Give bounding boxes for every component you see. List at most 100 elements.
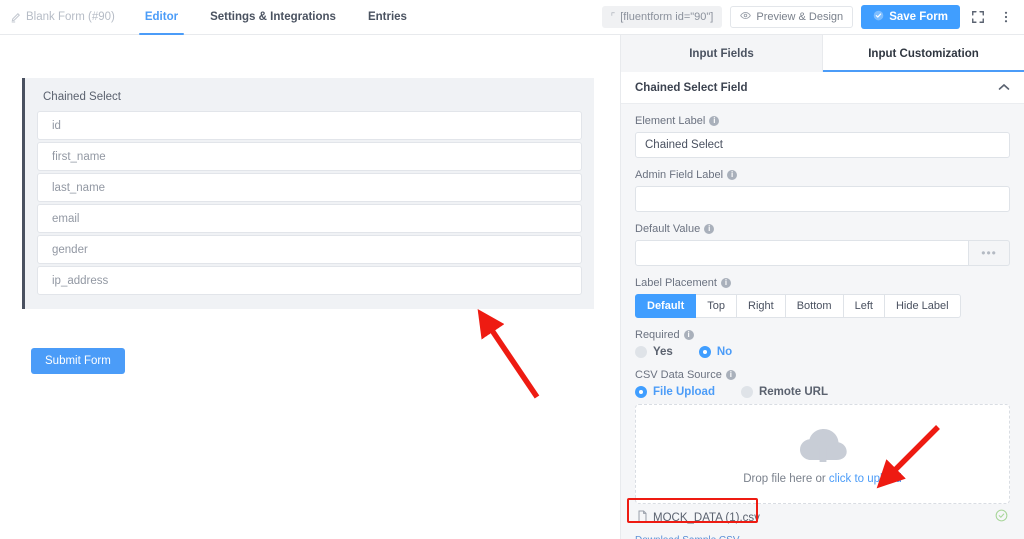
uploaded-file-name: MOCK_DATA (1).csv (653, 512, 760, 524)
admin-field-label-text: Admin Field Label (635, 169, 723, 181)
info-icon[interactable]: i (721, 278, 731, 288)
radio-icon-selected (699, 346, 711, 358)
csv-source-option-file-upload[interactable]: File Upload (635, 386, 715, 398)
chained-select-dropdown-5[interactable]: ip_address (37, 266, 582, 295)
required-option-yes[interactable]: Yes (635, 346, 673, 358)
nav-tab-settings-integrations[interactable]: Settings & Integrations (194, 0, 352, 34)
info-icon[interactable]: i (726, 370, 736, 380)
shortcode-field[interactable]: ⌜ [fluentform id="90"] (602, 6, 723, 28)
dropzone-text: Drop file here or (743, 473, 825, 485)
label-placement-option-default-label: Default (647, 300, 684, 312)
element-label-caption: Element Label i (635, 115, 1010, 127)
default-value-text: Default Value (635, 223, 700, 235)
label-placement-option-right[interactable]: Right (737, 294, 786, 318)
info-icon[interactable]: i (709, 116, 719, 126)
label-placement-caption: Label Placement i (635, 277, 1010, 289)
download-sample-csv-link[interactable]: Download Sample CSV (635, 535, 740, 539)
csv-source-option-file-upload-label: File Upload (653, 386, 715, 398)
default-value-smartcode-button[interactable]: ••• (969, 240, 1010, 266)
preview-design-button[interactable]: Preview & Design (730, 6, 853, 28)
chained-select-dropdown-2[interactable]: last_name (37, 173, 582, 202)
chained-select-dropdown-3[interactable]: email (37, 204, 582, 233)
admin-field-label-input[interactable] (635, 186, 1010, 212)
chained-select-dropdown-4[interactable]: gender (37, 235, 582, 264)
save-form-label: Save Form (889, 11, 948, 23)
label-placement-option-bottom[interactable]: Bottom (786, 294, 844, 318)
element-label-text: Element Label (635, 115, 705, 127)
label-placement-option-hide-label[interactable]: Hide Label (885, 294, 961, 318)
csv-data-source-options: File Upload Remote URL (635, 386, 1010, 398)
tab-input-fields-label: Input Fields (689, 48, 754, 60)
top-toolbar: Blank Form (#90) Editor Settings & Integ… (0, 0, 1024, 35)
chained-select-field-block[interactable]: Chained Select id first_name last_name e… (22, 78, 594, 309)
nav-tab-entries[interactable]: Entries (352, 0, 423, 34)
form-editor-canvas: Chained Select id first_name last_name e… (0, 35, 620, 539)
tab-input-customization-label: Input Customization (868, 48, 979, 60)
eye-icon (740, 10, 751, 24)
dropzone-text-row: Drop file here or click to upload (743, 473, 902, 485)
nav-tab-editor[interactable]: Editor (129, 0, 194, 34)
ellipsis-icon: ••• (981, 246, 997, 260)
label-placement-text: Label Placement (635, 277, 717, 289)
default-value-input-group: ••• (635, 240, 1010, 266)
file-dropzone[interactable]: Drop file here or click to upload (635, 404, 1010, 504)
fullscreen-icon[interactable] (968, 6, 988, 28)
chained-select-field-label: Chained Select (43, 91, 582, 103)
shortcode-icon: ⌜ (611, 12, 616, 23)
chained-select-dropdown-2-text: last_name (52, 182, 105, 194)
submit-form-button[interactable]: Submit Form (31, 348, 125, 374)
required-option-no-label: No (717, 346, 732, 358)
csv-source-option-remote-url-label: Remote URL (759, 386, 828, 398)
admin-field-label-field: Admin Field Label i (635, 169, 1010, 212)
field-settings-panel: Input Fields Input Customization Chained… (620, 35, 1024, 539)
chevron-up-icon[interactable] (998, 82, 1010, 94)
radio-icon (635, 346, 647, 358)
document-icon (637, 510, 648, 526)
tab-input-customization[interactable]: Input Customization (823, 35, 1024, 72)
label-placement-field: Label Placement i Default Top Right Bott… (635, 277, 1010, 318)
more-vertical-icon[interactable] (996, 6, 1016, 28)
default-value-caption: Default Value i (635, 223, 1010, 235)
uploaded-file-row[interactable]: MOCK_DATA (1).csv (635, 506, 1010, 530)
element-label-field: Element Label i (635, 115, 1010, 158)
toolbar-actions: ⌜ [fluentform id="90"] Preview & Design (602, 0, 1024, 34)
form-title[interactable]: Blank Form (#90) (0, 0, 129, 34)
chained-select-dropdown-1-text: first_name (52, 151, 106, 163)
label-placement-option-default[interactable]: Default (635, 294, 696, 318)
uploaded-file-name-group: MOCK_DATA (1).csv (637, 510, 760, 526)
nav-tab-entries-label: Entries (368, 11, 407, 23)
required-caption: Required i (635, 329, 1010, 341)
csv-data-source-text: CSV Data Source (635, 369, 722, 381)
required-option-no[interactable]: No (699, 346, 732, 358)
csv-source-option-remote-url[interactable]: Remote URL (741, 386, 828, 398)
chained-select-section-header[interactable]: Chained Select Field (621, 72, 1024, 104)
csv-data-source-caption: CSV Data Source i (635, 369, 1010, 381)
form-title-text: Blank Form (#90) (26, 11, 115, 23)
csv-data-source-field: CSV Data Source i File Upload Remote URL (635, 369, 1010, 398)
fluentform-editor-screen: Blank Form (#90) Editor Settings & Integ… (0, 0, 1024, 539)
chained-select-dropdown-1[interactable]: first_name (37, 142, 582, 171)
nav-tab-editor-label: Editor (145, 11, 178, 23)
element-label-input[interactable] (635, 132, 1010, 158)
info-icon[interactable]: i (684, 330, 694, 340)
required-text: Required (635, 329, 680, 341)
shortcode-text: [fluentform id="90"] (620, 11, 713, 23)
radio-icon-selected (635, 386, 647, 398)
pencil-icon (10, 12, 21, 23)
info-icon[interactable]: i (727, 170, 737, 180)
main-nav-tabs: Editor Settings & Integrations Entries (129, 0, 423, 34)
tab-input-fields[interactable]: Input Fields (621, 35, 823, 72)
click-to-upload-link[interactable]: click to upload (829, 473, 902, 485)
label-placement-option-top[interactable]: Top (696, 294, 737, 318)
save-form-button[interactable]: Save Form (861, 5, 960, 29)
chained-select-dropdown-0-text: id (52, 120, 61, 132)
chained-select-dropdown-5-text: ip_address (52, 275, 108, 287)
info-icon[interactable]: i (704, 224, 714, 234)
label-placement-option-left-label: Left (855, 300, 873, 312)
settings-body: Element Label i Admin Field Label i Defa… (621, 104, 1024, 539)
label-placement-option-left[interactable]: Left (844, 294, 885, 318)
default-value-input[interactable] (635, 240, 969, 266)
cloud-upload-icon (795, 424, 851, 471)
chained-select-dropdown-0[interactable]: id (37, 111, 582, 140)
check-circle-icon (873, 10, 884, 24)
